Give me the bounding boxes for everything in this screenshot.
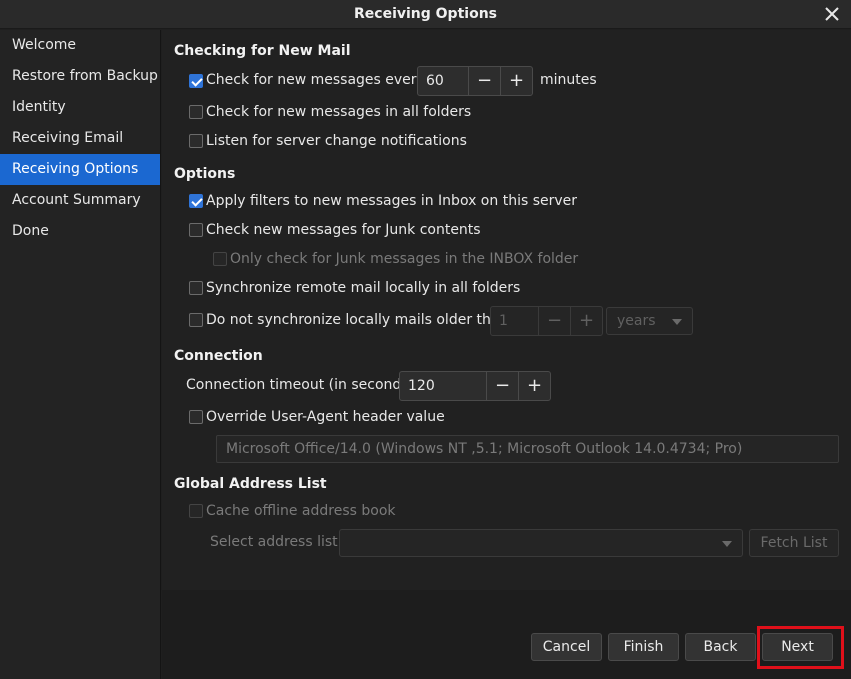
chevron-down-icon [722,541,732,547]
interval-stepper[interactable]: 60 − + [417,66,533,96]
sidebar-item-account-summary[interactable]: Account Summary [0,185,160,216]
all-folders-checkbox[interactable] [189,105,203,119]
override-user-agent-checkbox[interactable] [189,410,203,424]
older-than-unit-value: years [617,313,656,329]
interval-unit-label: minutes [540,72,597,88]
main-panel [162,30,851,679]
next-button-highlight [757,626,844,669]
junk-inbox-label: Only check for Junk messages in the INBO… [230,251,579,267]
chevron-down-icon [672,319,682,325]
listen-notifications-label[interactable]: Listen for server change notifications [206,133,467,149]
section-heading-options: Options [174,166,236,182]
sidebar-item-receiving-options[interactable]: Receiving Options [0,154,160,185]
junk-checkbox[interactable] [189,223,203,237]
older-than-label[interactable]: Do not synchronize locally mails older t… [206,312,508,328]
timeout-increment-button[interactable]: + [518,372,550,400]
cancel-button[interactable]: Cancel [531,633,602,661]
older-than-decrement-button[interactable]: − [538,307,570,335]
timeout-label: Connection timeout (in seconds) [186,377,415,393]
interval-value[interactable]: 60 [418,67,468,95]
older-than-stepper[interactable]: 1 − + [490,306,603,336]
interval-decrement-button[interactable]: − [468,67,500,95]
sidebar-item-welcome[interactable]: Welcome [0,30,160,61]
user-agent-field[interactable]: Microsoft Office/14.0 (Windows NT ,5.1; … [216,435,839,463]
check-every-label[interactable]: Check for new messages every [206,72,425,88]
timeout-value[interactable]: 120 [400,372,486,400]
sidebar-item-restore-from-backup[interactable]: Restore from Backup [0,61,160,92]
listen-notifications-checkbox[interactable] [189,134,203,148]
apply-filters-label[interactable]: Apply filters to new messages in Inbox o… [206,193,577,209]
junk-label[interactable]: Check new messages for Junk contents [206,222,481,238]
sidebar-item-identity[interactable]: Identity [0,92,160,123]
address-list-dropdown[interactable] [339,529,743,557]
older-than-checkbox[interactable] [189,313,203,327]
back-button[interactable]: Back [685,633,756,661]
section-heading-gal: Global Address List [174,476,327,492]
finish-button[interactable]: Finish [608,633,679,661]
title-bar: Receiving Options [0,0,851,29]
older-than-unit-dropdown[interactable]: years [606,307,693,335]
timeout-stepper[interactable]: 120 − + [399,371,551,401]
section-heading-checking: Checking for New Mail [174,43,351,59]
cache-offline-label: Cache offline address book [206,503,396,519]
junk-inbox-checkbox[interactable] [213,252,227,266]
older-than-increment-button[interactable]: + [570,307,602,335]
section-heading-connection: Connection [174,348,263,364]
sidebar: Welcome Restore from Backup Identity Rec… [0,30,161,679]
select-address-list-label: Select address list: [210,534,343,550]
apply-filters-checkbox[interactable] [189,194,203,208]
check-every-checkbox[interactable] [189,74,203,88]
window-title: Receiving Options [354,6,497,22]
sidebar-item-done[interactable]: Done [0,216,160,247]
timeout-decrement-button[interactable]: − [486,372,518,400]
interval-increment-button[interactable]: + [500,67,532,95]
override-user-agent-label[interactable]: Override User-Agent header value [206,409,445,425]
all-folders-label[interactable]: Check for new messages in all folders [206,104,471,120]
sync-all-folders-label[interactable]: Synchronize remote mail locally in all f… [206,280,520,296]
cache-offline-checkbox[interactable] [189,504,203,518]
close-icon[interactable] [823,5,841,23]
fetch-list-button[interactable]: Fetch List [749,529,839,557]
sidebar-item-receiving-email[interactable]: Receiving Email [0,123,160,154]
sync-all-folders-checkbox[interactable] [189,281,203,295]
older-than-value[interactable]: 1 [491,307,538,335]
